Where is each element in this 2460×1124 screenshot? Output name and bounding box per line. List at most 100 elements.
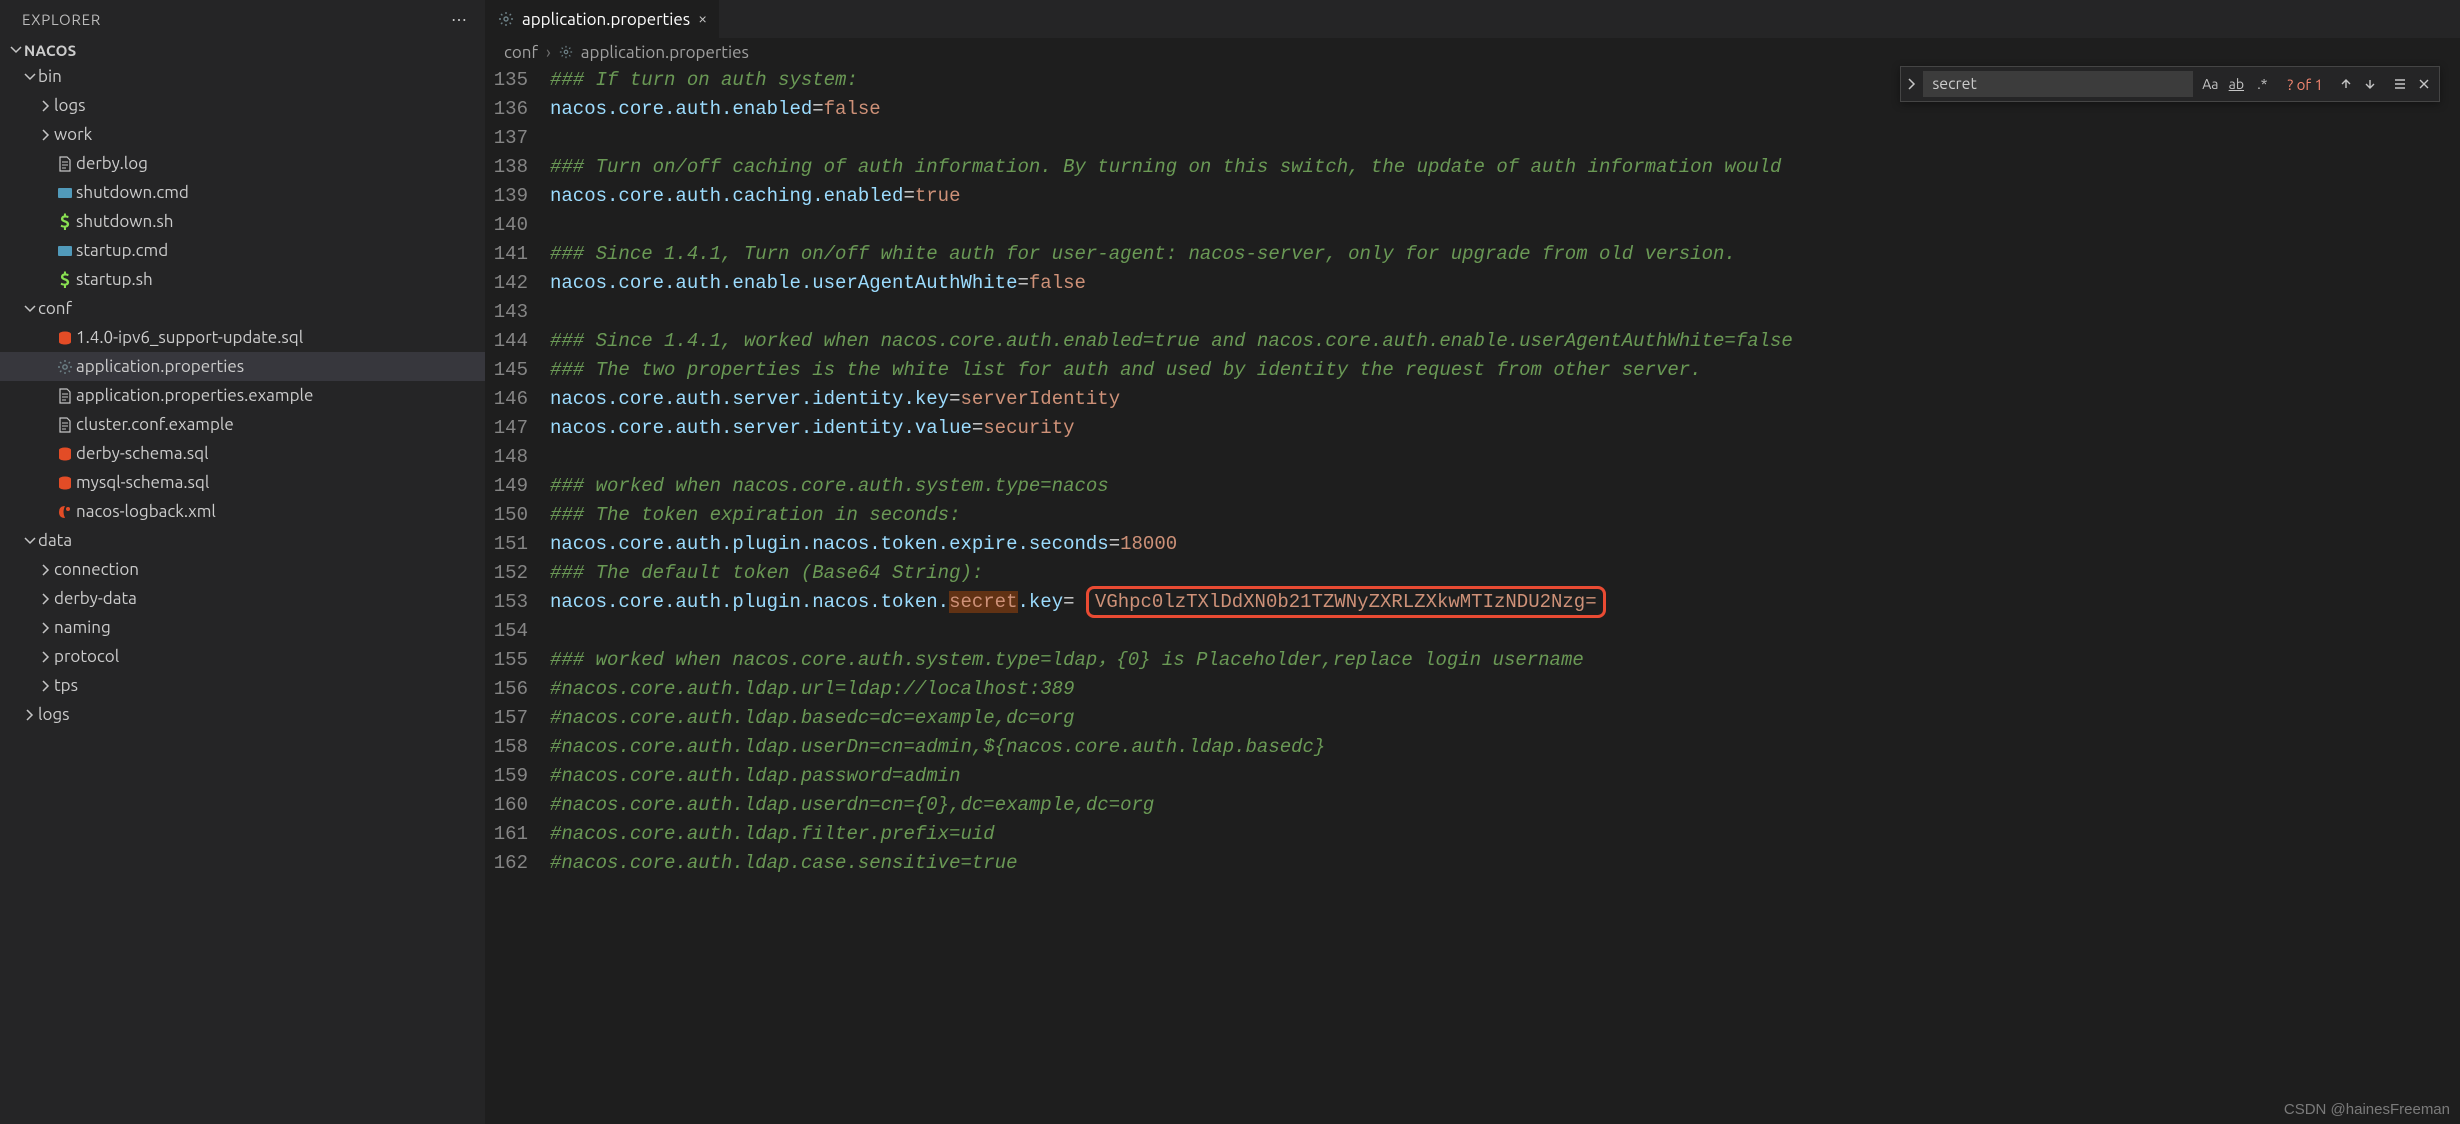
gear-icon (559, 45, 573, 59)
file-sh-icon: $ (54, 270, 76, 290)
breadcrumb-segment: application.properties (581, 43, 749, 62)
file-txt-icon (54, 156, 76, 172)
tree-item-label: 1.4.0-ipv6_support-update.sql (76, 328, 303, 347)
tab-application-properties[interactable]: application.properties × (486, 0, 720, 38)
file-sql-icon (54, 330, 76, 346)
match-whole-word-icon[interactable]: ab (2225, 73, 2247, 95)
chevron-right-icon (38, 680, 54, 692)
find-widget: Aa ab .* ? of 1 (1900, 66, 2440, 102)
close-find-icon[interactable] (2413, 73, 2435, 95)
regex-icon[interactable]: .* (2251, 73, 2273, 95)
file-sql-icon (54, 446, 76, 462)
chevron-right-icon (38, 622, 54, 634)
tree-item-label: application.properties (76, 357, 244, 376)
folder-connection[interactable]: connection (0, 555, 485, 584)
tab-bar: application.properties × (486, 0, 2460, 38)
folder-data[interactable]: data (0, 526, 485, 555)
explorer-actions-icon[interactable]: ⋯ (451, 10, 469, 29)
tree-item-label: data (38, 531, 72, 550)
tree-item-label: shutdown.sh (76, 212, 173, 231)
tree-item-label: logs (38, 705, 70, 724)
explorer-title: EXPLORER (22, 11, 451, 28)
folder-naming[interactable]: naming (0, 613, 485, 642)
file-cluster-conf-example[interactable]: cluster.conf.example (0, 410, 485, 439)
chevron-down-icon (22, 535, 38, 547)
chevron-right-icon: › (546, 43, 551, 62)
close-icon[interactable]: × (698, 10, 707, 28)
tab-label: application.properties (522, 10, 690, 29)
chevron-right-icon[interactable] (1901, 67, 1923, 101)
file-txt-icon (54, 417, 76, 433)
chevron-right-icon (38, 593, 54, 605)
file-nacos-logback-xml[interactable]: nacos-logback.xml (0, 497, 485, 526)
tree-item-label: protocol (54, 647, 119, 666)
breadcrumb-segment: conf (504, 43, 538, 62)
folder-logs[interactable]: logs (0, 700, 485, 729)
folder-logs[interactable]: logs (0, 91, 485, 120)
file-tree: binlogsworkderby.logshutdown.cmd$shutdow… (0, 62, 485, 1124)
tree-item-label: tps (54, 676, 78, 695)
project-root[interactable]: NACOS (0, 38, 485, 62)
find-in-selection-icon[interactable] (2389, 73, 2411, 95)
chevron-down-icon (22, 71, 38, 83)
tree-item-label: bin (38, 67, 62, 86)
file-application-properties[interactable]: application.properties (0, 352, 485, 381)
tree-item-label: application.properties.example (76, 386, 313, 405)
explorer-panel: EXPLORER ⋯ NACOS bin logs work derby.log shu… (0, 0, 486, 1124)
match-case-icon[interactable]: Aa (2199, 73, 2221, 95)
file-shutdown-cmd[interactable]: shutdown.cmd (0, 178, 485, 207)
folder-bin[interactable]: bin (0, 62, 485, 91)
find-input[interactable] (1923, 71, 2193, 97)
file-shutdown-sh[interactable]: $shutdown.sh (0, 207, 485, 236)
tree-item-label: derby-data (54, 589, 137, 608)
file-cfg-icon (54, 359, 76, 375)
tree-item-label: derby.log (76, 154, 148, 173)
tree-item-label: derby-schema.sql (76, 444, 209, 463)
code-editor[interactable]: 1351361371381391401411421431441451461471… (486, 66, 2460, 1124)
find-next-icon[interactable] (2359, 73, 2381, 95)
watermark: CSDN @hainesFreeman (2284, 1101, 2450, 1118)
folder-work[interactable]: work (0, 120, 485, 149)
chevron-down-icon (22, 303, 38, 315)
tree-item-label: connection (54, 560, 139, 579)
file-mysql-schema-sql[interactable]: mysql-schema.sql (0, 468, 485, 497)
find-prev-icon[interactable] (2335, 73, 2357, 95)
tree-item-label: naming (54, 618, 111, 637)
tree-item-label: startup.cmd (76, 241, 168, 260)
tree-item-label: work (54, 125, 92, 144)
tree-item-label: mysql-schema.sql (76, 473, 209, 492)
file-xml-icon (54, 504, 76, 520)
folder-conf[interactable]: conf (0, 294, 485, 323)
file-cmd-icon (54, 185, 76, 201)
file-startup-cmd[interactable]: startup.cmd (0, 236, 485, 265)
chevron-down-icon (8, 44, 24, 56)
folder-tps[interactable]: tps (0, 671, 485, 700)
chevron-right-icon (38, 100, 54, 112)
chevron-right-icon (38, 651, 54, 663)
file-1-4-0-ipv6-support-update-sql[interactable]: 1.4.0-ipv6_support-update.sql (0, 323, 485, 352)
highlighted-secret-value: VGhpc0lzTXlDdXN0b21TZWNyZXRLZXkwMTIzNDU2… (1086, 586, 1606, 618)
file-application-properties-example[interactable]: application.properties.example (0, 381, 485, 410)
chevron-right-icon (22, 709, 38, 721)
chevron-right-icon (38, 564, 54, 576)
file-txt-icon (54, 388, 76, 404)
file-derby-schema-sql[interactable]: derby-schema.sql (0, 439, 485, 468)
folder-derby-data[interactable]: derby-data (0, 584, 485, 613)
file-startup-sh[interactable]: $startup.sh (0, 265, 485, 294)
file-cmd-icon (54, 243, 76, 259)
tree-item-label: shutdown.cmd (76, 183, 189, 202)
tree-item-label: logs (54, 96, 86, 115)
editor-area: application.properties × conf › applicat… (486, 0, 2460, 1124)
tree-item-label: conf (38, 299, 72, 318)
code-content: ### If turn on auth system:nacos.core.au… (550, 66, 2460, 1124)
tree-item-label: nacos-logback.xml (76, 502, 216, 521)
folder-protocol[interactable]: protocol (0, 642, 485, 671)
find-count: ? of 1 (2279, 76, 2331, 93)
file-sql-icon (54, 475, 76, 491)
gear-icon (498, 11, 514, 27)
chevron-right-icon (38, 129, 54, 141)
file-sh-icon: $ (54, 212, 76, 232)
breadcrumb[interactable]: conf › application.properties (486, 38, 2460, 66)
tree-item-label: cluster.conf.example (76, 415, 234, 434)
file-derby-log[interactable]: derby.log (0, 149, 485, 178)
